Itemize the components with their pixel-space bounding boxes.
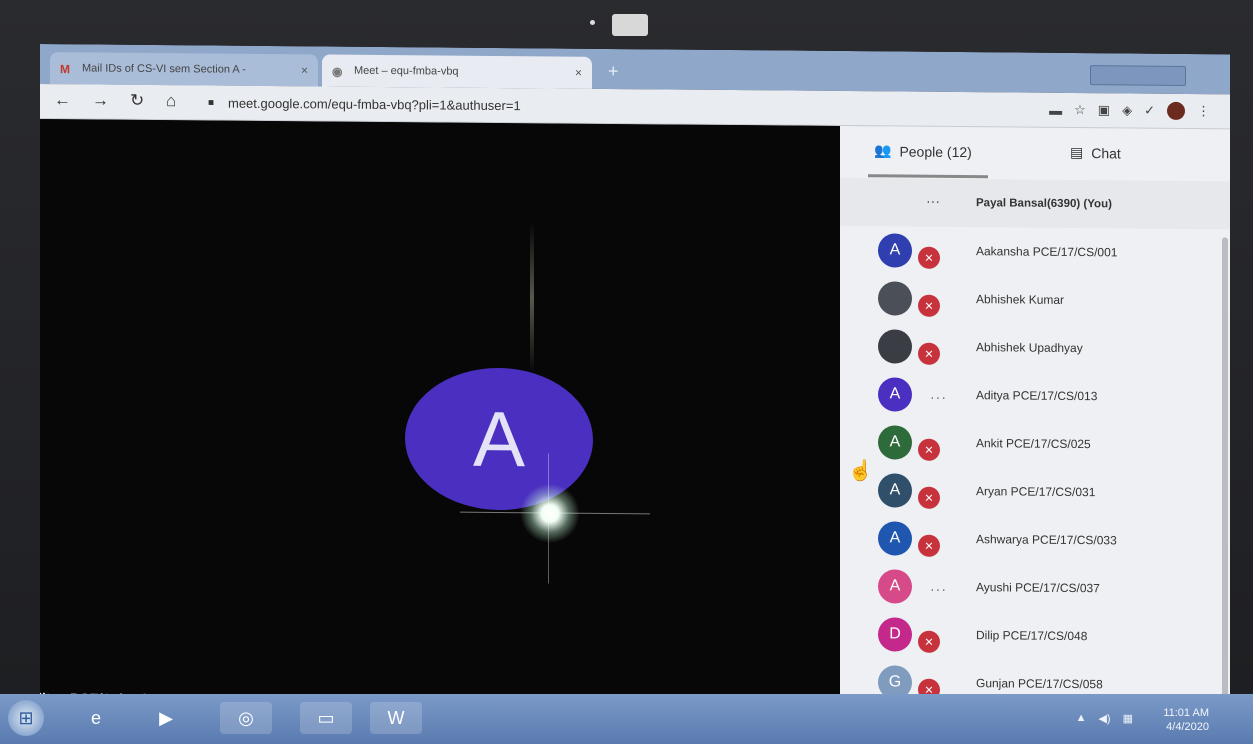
people-icon: 👥 [874, 142, 892, 159]
mic-off-icon: ✕ [918, 294, 940, 317]
list-item[interactable]: ··· Payal Bansal(6390) (You) [840, 177, 1230, 230]
participant-name: Ayushi PCE/17/CS/037 [976, 580, 1100, 596]
grammarly-icon[interactable]: ✓ [1144, 103, 1155, 119]
menu-icon[interactable]: ⋮ [1197, 103, 1210, 119]
list-item[interactable]: A ✕ Aakansha PCE/17/CS/001 [840, 226, 1230, 277]
avatar: A [878, 233, 912, 268]
window-controls[interactable] [1090, 65, 1186, 87]
tab-people-label: People (12) [899, 143, 972, 160]
participant-name: Ashwarya PCE/17/CS/033 [976, 532, 1117, 548]
panel-tabs: 👥 People (12) ▤ Chat [840, 125, 1230, 182]
avatar [878, 329, 912, 364]
tab-label: Mail IDs of CS-VI sem Section A - [82, 62, 246, 76]
list-item[interactable]: ✕ Abhishek Kumar [840, 274, 1230, 325]
chat-icon: ▤ [1070, 143, 1084, 161]
tab-label: Meet – equ-fmba-vbq [354, 64, 459, 78]
avatar: A [878, 521, 912, 556]
list-item[interactable]: A ✕ Ankit PCE/17/CS/025 [840, 418, 1230, 469]
explorer-icon[interactable]: ▭ [300, 702, 352, 734]
participant-name: Aditya PCE/17/CS/013 [976, 388, 1098, 404]
hand-cursor-icon: ☝ [848, 460, 873, 482]
system-tray: ▲ ◀) ▦ [1076, 712, 1133, 725]
webcam [612, 14, 648, 36]
tab-chat[interactable]: ▤ Chat [1070, 144, 1121, 161]
camera-icon[interactable]: ▬ [1049, 102, 1062, 117]
screen-glare [520, 483, 580, 544]
scrollbar[interactable] [1222, 237, 1228, 698]
avatar [878, 281, 912, 316]
toolbar-icons: ▬ ☆ ▣ ◈ ✓ ⋮ [1049, 101, 1210, 120]
participant-name: Abhishek Kumar [976, 292, 1065, 307]
camera-led [590, 20, 595, 25]
mic-off-icon: ✕ [918, 630, 940, 653]
participant-name: Abhishek Upadhyay [976, 340, 1083, 356]
participant-name: Payal Bansal(6390) (You) [976, 197, 1112, 211]
participant-name: Dilip PCE/17/CS/048 [976, 628, 1088, 644]
close-icon[interactable]: × [575, 66, 582, 80]
tab-people[interactable]: 👥 People (12) [874, 142, 972, 160]
participant-name: Aryan PCE/17/CS/031 [976, 484, 1096, 500]
media-player-icon[interactable]: ▶ [140, 702, 192, 734]
list-item[interactable]: ✕ Abhishek Upadhyay [840, 322, 1230, 373]
meet-icon: ◉ [332, 64, 343, 79]
chrome-icon[interactable]: ◎ [220, 702, 272, 734]
star-icon[interactable]: ☆ [1074, 102, 1086, 118]
mic-off-icon: ✕ [918, 534, 940, 557]
forward-icon[interactable]: → [92, 90, 109, 110]
show-hidden-icons[interactable]: ▲ [1076, 712, 1087, 725]
participant-name: Ankit PCE/17/CS/025 [976, 436, 1091, 452]
list-item[interactable]: A ✕ Ashwarya PCE/17/CS/033 [840, 514, 1230, 565]
back-icon[interactable]: ← [54, 90, 71, 110]
list-item[interactable]: A ✕ Aryan PCE/17/CS/031 [840, 466, 1230, 517]
extension-icon[interactable]: ▣ [1098, 102, 1110, 118]
list-item[interactable]: D ✕ Dilip PCE/17/CS/048 [840, 610, 1230, 661]
list-item[interactable]: A ··· Aditya PCE/17/CS/013 [840, 370, 1230, 421]
more-icon[interactable]: ··· [930, 581, 947, 597]
ie-icon[interactable]: e [70, 702, 122, 734]
avatar: D [878, 617, 912, 652]
word-icon[interactable]: W [370, 702, 422, 734]
close-icon[interactable]: × [301, 63, 308, 77]
tab-gmail[interactable]: M Mail IDs of CS-VI sem Section A - × [50, 52, 318, 87]
list-item[interactable]: A ··· Ayushi PCE/17/CS/037 [840, 562, 1230, 613]
avatar: A [878, 377, 912, 412]
mic-off-icon: ✕ [918, 486, 940, 509]
new-tab-button[interactable]: + [608, 61, 619, 82]
start-button[interactable]: ⊞ [8, 700, 44, 736]
more-icon[interactable]: ··· [926, 193, 940, 209]
avatar: A [878, 569, 912, 604]
participant-name: Aakansha PCE/17/CS/001 [976, 244, 1118, 260]
glare-streak [530, 223, 534, 374]
participant-name: Gunjan PCE/17/CS/058 [976, 676, 1103, 692]
people-list: ··· Payal Bansal(6390) (You) A ✕ Aakansh… [840, 177, 1230, 709]
side-panel: 👥 People (12) ▤ Chat ··· Payal Bansal(63… [840, 125, 1230, 744]
taskbar: ⊞ e ▶ ◎ ▭ W ▲ ◀) ▦ 11:01 AM 4/4/2020 [0, 694, 1253, 744]
mic-off-icon: ✕ [918, 246, 940, 269]
lock-icon: ■ [208, 97, 215, 109]
tab-meet[interactable]: ◉ Meet – equ-fmba-vbq × [322, 54, 592, 89]
mic-off-icon: ✕ [918, 342, 940, 365]
mic-off-icon: ✕ [918, 438, 940, 461]
translate-icon[interactable]: ◈ [1122, 102, 1132, 118]
video-stage: A ··Aditya PCE/17/CS/013 [40, 119, 840, 741]
system-clock[interactable]: 11:01 AM 4/4/2020 [1163, 706, 1209, 734]
gmail-icon: M [60, 62, 70, 77]
volume-icon[interactable]: ◀) [1098, 712, 1110, 725]
avatar: A [878, 473, 912, 508]
reload-icon[interactable]: ↻ [130, 91, 144, 111]
avatar: A [878, 425, 912, 460]
url-text: meet.google.com/equ-fmba-vbq?pli=1&authu… [228, 95, 521, 113]
profile-avatar[interactable] [1167, 101, 1185, 120]
more-icon[interactable]: ··· [930, 389, 947, 405]
address-bar[interactable]: ■ meet.google.com/equ-fmba-vbq?pli=1&aut… [208, 90, 908, 121]
screen: M Mail IDs of CS-VI sem Section A - × ◉ … [40, 44, 1230, 744]
network-icon[interactable]: ▦ [1123, 712, 1133, 725]
clock-date: 4/4/2020 [1166, 721, 1209, 733]
clock-time: 11:01 AM [1163, 707, 1209, 719]
tab-chat-label: Chat [1091, 144, 1121, 161]
home-icon[interactable]: ⌂ [166, 91, 176, 111]
